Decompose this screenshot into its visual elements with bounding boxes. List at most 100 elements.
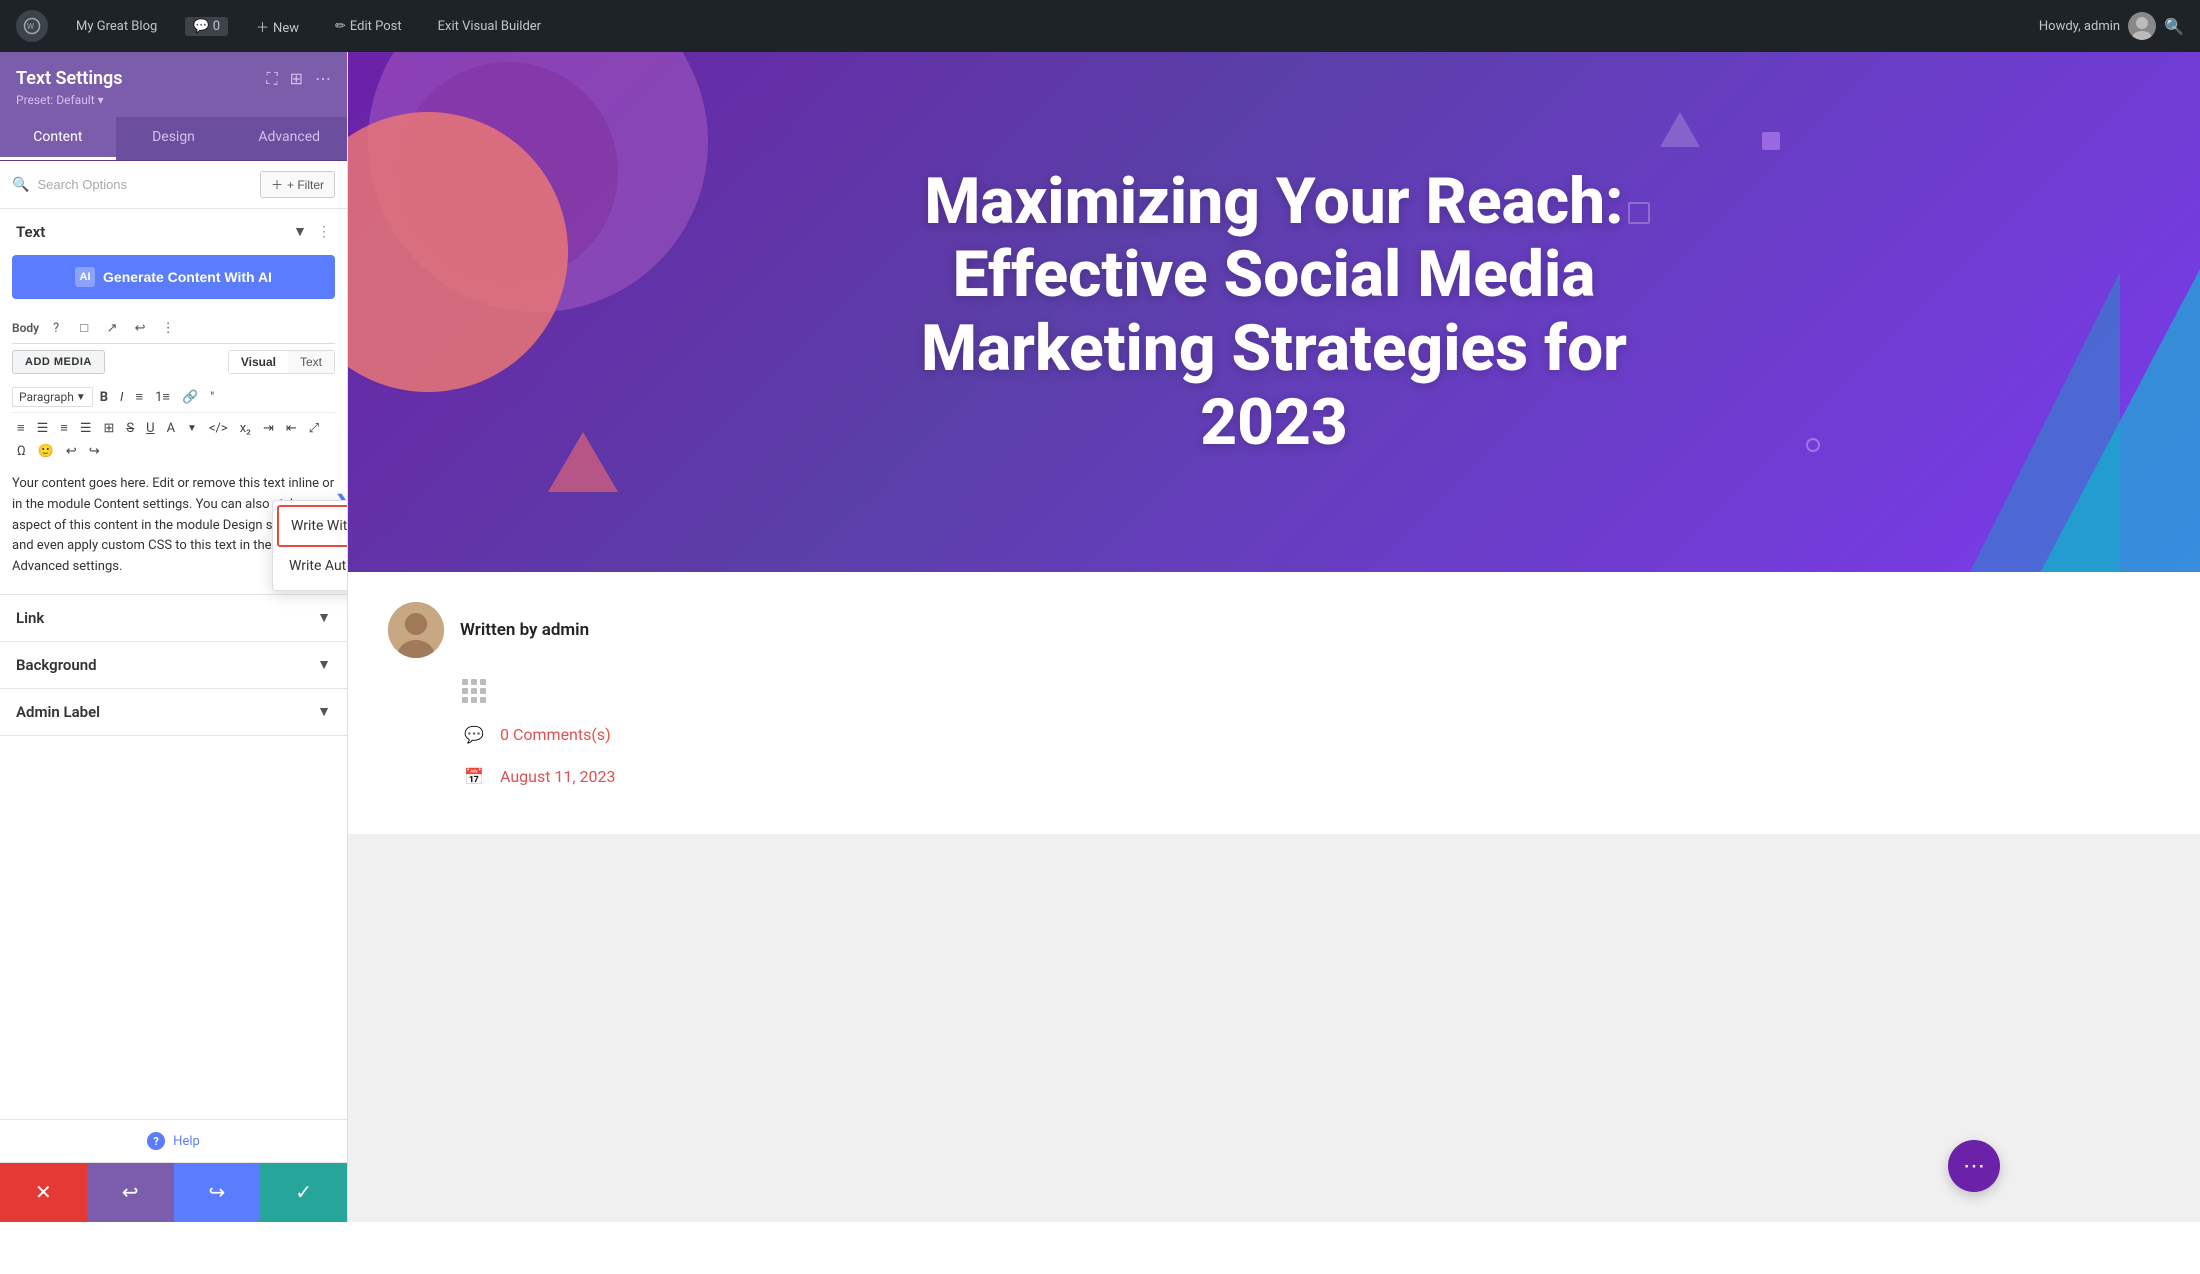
context-menu: Write With AI Write Automatically — [272, 500, 347, 591]
ordered-list-button[interactable]: 1≡ — [150, 386, 175, 408]
svg-text:W: W — [27, 22, 35, 32]
visual-tab[interactable]: Visual — [229, 351, 288, 373]
undo-button[interactable]: ↩ — [87, 1163, 174, 1222]
format-toolbar-2: ≡ ☰ ≡ ☰ ⊞ S U A ▼ </> x₂ ⇥ ⇤ ⤢ Ω — [12, 417, 335, 462]
undo2-button[interactable]: ↩ — [61, 441, 82, 462]
blockquote-button[interactable]: " — [205, 387, 219, 408]
admin-label-section: Admin Label ▼ — [0, 689, 347, 736]
meta-rows: 💬 0 Comments(s) 📅 August 11, 2023 — [388, 678, 2160, 790]
text-section-icons: ▲ ⋮ — [293, 224, 331, 241]
grid-icon — [460, 678, 488, 706]
text-section-more-icon[interactable]: ⋮ — [317, 224, 331, 240]
deco-white-triangle — [1660, 112, 1700, 147]
outdent-button[interactable]: ⇤ — [281, 418, 302, 439]
author-name: Written by admin — [460, 620, 589, 640]
background-section-chevron[interactable]: ▼ — [317, 656, 331, 673]
ai-badge-icon: AI — [75, 267, 95, 287]
dropdown2-icon[interactable]: ▼ — [182, 420, 202, 437]
paragraph-select[interactable]: Paragraph ▼ — [12, 387, 93, 407]
underline-button[interactable]: U — [141, 418, 159, 439]
redo-button[interactable]: ↪ — [174, 1163, 261, 1222]
background-section-icons: ▼ — [317, 656, 331, 673]
mobile-preview-icon[interactable]: □ — [73, 317, 95, 339]
text-section: Text ▲ ⋮ AI Generate Content With AI Bod… — [0, 209, 347, 595]
link-section-header[interactable]: Link ▼ — [0, 595, 347, 641]
align-right-button[interactable]: ≡ — [55, 417, 73, 439]
save-button[interactable]: ✓ — [260, 1163, 347, 1222]
columns-icon[interactable]: ⊞ — [290, 69, 303, 88]
help-tooltip-icon[interactable]: ? — [45, 317, 67, 339]
comments-bubble[interactable]: 💬 0 — [185, 17, 228, 36]
tab-design[interactable]: Design — [116, 117, 232, 160]
align-center-button[interactable]: ☰ — [32, 418, 54, 439]
search-icon[interactable]: 🔍 — [2164, 17, 2184, 36]
filter-plus-icon: ＋ — [271, 176, 283, 193]
background-section-header[interactable]: Background ▼ — [0, 642, 347, 688]
text-section-header[interactable]: Text ▲ ⋮ — [0, 209, 347, 255]
emoji-button[interactable]: 🙂 — [33, 441, 59, 462]
format-code-button[interactable]: </> — [204, 418, 233, 439]
fullscreen-icon[interactable]: ⛶ — [266, 69, 277, 89]
indent-button[interactable]: ⇥ — [258, 418, 279, 439]
admin-label-section-icons: ▼ — [317, 703, 331, 720]
cancel-button[interactable]: ✕ — [0, 1163, 87, 1222]
link-section: Link ▼ — [0, 595, 347, 642]
text-section-chevron[interactable]: ▲ — [293, 224, 307, 241]
tab-advanced[interactable]: Advanced — [231, 117, 347, 160]
align-justify-button[interactable]: ☰ — [75, 418, 97, 439]
write-with-ai-menu-item[interactable]: Write With AI — [277, 505, 347, 547]
unordered-list-button[interactable]: ≡ — [130, 386, 148, 408]
panel-tabs: Content Design Advanced — [0, 117, 347, 161]
text-section-title: Text — [16, 223, 45, 241]
generate-ai-button[interactable]: AI Generate Content With AI — [12, 255, 335, 299]
redo2-button[interactable]: ↪ — [84, 441, 105, 462]
more-editor-icon[interactable]: ⋮ — [157, 317, 179, 339]
link-button[interactable]: 🔗 — [177, 387, 203, 408]
floating-action-button[interactable]: ⋯ — [1948, 1140, 2000, 1192]
comments-count: 0 Comments(s) — [500, 725, 611, 744]
wp-logo-icon[interactable]: W — [16, 10, 48, 42]
search-input[interactable] — [37, 177, 252, 192]
content-area: Maximizing Your Reach: Effective Social … — [348, 52, 2200, 1222]
fullscreen-editor-button[interactable]: ⤢ — [304, 418, 324, 439]
edit-post-link[interactable]: ✏Edit Post — [327, 15, 410, 38]
table-button[interactable]: ⊞ — [99, 418, 120, 439]
link-section-chevron[interactable]: ▼ — [317, 609, 331, 626]
left-panel: Text Settings ⛶ ⊞ ⋯ Preset: Default ▾ Co… — [0, 52, 348, 1222]
italic-button[interactable]: I — [115, 387, 128, 408]
admin-label-section-chevron[interactable]: ▼ — [317, 703, 331, 720]
font-color-button[interactable]: A — [162, 418, 180, 439]
help-label: Help — [173, 1134, 200, 1149]
write-automatically-menu-item[interactable]: Write Automatically — [277, 547, 347, 585]
undo-editor-icon[interactable]: ↩ — [129, 317, 151, 339]
post-meta-area: Written by admin 💬 0 Comments(s) — [348, 572, 2200, 834]
admin-avatar[interactable] — [2128, 12, 2156, 40]
filter-button[interactable]: ＋ + Filter — [260, 171, 335, 198]
help-footer[interactable]: ? Help — [0, 1119, 347, 1162]
hero-banner: Maximizing Your Reach: Effective Social … — [348, 52, 2200, 572]
visual-text-tabs: Visual Text — [228, 350, 335, 374]
date-meta-row: 📅 August 11, 2023 — [460, 762, 2160, 790]
comments-meta-row: 💬 0 Comments(s) — [460, 720, 2160, 748]
exit-builder-link[interactable]: Exit Visual Builder — [430, 15, 549, 38]
admin-label-section-header[interactable]: Admin Label ▼ — [0, 689, 347, 735]
site-name-link[interactable]: My Great Blog — [68, 15, 165, 38]
strikethrough-button[interactable]: S — [121, 418, 139, 439]
link-section-title: Link — [16, 609, 44, 627]
more-options-icon[interactable]: ⋯ — [315, 69, 331, 88]
tab-content[interactable]: Content — [0, 117, 116, 160]
align-left-button[interactable]: ≡ — [12, 417, 30, 439]
arrow-icon[interactable]: ↗ — [101, 317, 123, 339]
bold-button[interactable]: B — [95, 387, 113, 408]
special-char-button[interactable]: Ω — [12, 441, 31, 462]
new-link[interactable]: ＋New — [248, 13, 307, 40]
preset-row[interactable]: Preset: Default ▾ — [16, 93, 331, 107]
link-section-icons: ▼ — [317, 609, 331, 626]
text-tab[interactable]: Text — [288, 351, 334, 373]
editor-body[interactable]: Your content goes here. Edit or remove t… — [12, 470, 335, 582]
subscript-button[interactable]: x₂ — [235, 418, 256, 439]
comments-icon: 💬 — [460, 720, 488, 748]
add-media-button[interactable]: ADD MEDIA — [12, 350, 105, 374]
undo-icon: ↩ — [122, 1180, 139, 1205]
editor-toolbar-top: Body ? □ ↗ ↩ ⋮ — [12, 311, 335, 344]
